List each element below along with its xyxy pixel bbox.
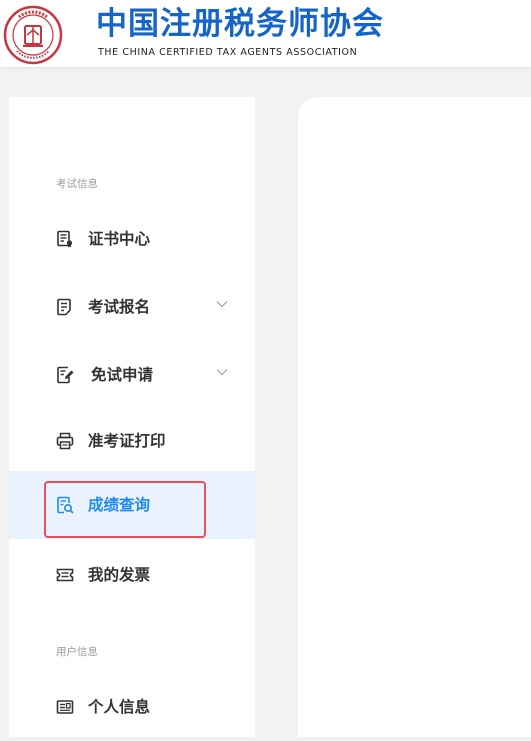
main-content-panel	[298, 97, 531, 737]
sidebar-item-exam-registration[interactable]: 考试报名	[9, 273, 255, 341]
printer-icon	[56, 432, 74, 450]
registration-form-icon	[57, 298, 71, 316]
certificate-icon	[57, 230, 73, 248]
section-label-exam-info: 考试信息	[56, 178, 98, 190]
sidebar-item-label: 准考证打印	[88, 432, 166, 450]
sidebar-item-label: 个人信息	[88, 698, 151, 716]
section-label-user-info: 用户信息	[56, 646, 98, 658]
sidebar-nav: 考试信息 证书中心 考试报名 免试申请 准考证打印 成绩查询 我的发票 用户信息…	[9, 97, 255, 737]
sidebar-item-personal-info[interactable]: 个人信息	[9, 673, 255, 741]
chevron-down-icon[interactable]	[216, 300, 228, 308]
sidebar-item-my-invoices[interactable]: 我的发票	[9, 541, 255, 609]
sidebar-item-label: 我的发票	[88, 566, 151, 584]
brand-title-chinese: 中国注册税务师协会	[96, 6, 384, 42]
edit-document-icon	[57, 366, 74, 384]
sidebar-item-certificate-center[interactable]: 证书中心	[9, 205, 255, 273]
sidebar-item-label: 考试报名	[88, 298, 151, 316]
chevron-down-icon[interactable]	[216, 368, 228, 376]
sidebar-item-label: 免试申请	[91, 366, 154, 384]
association-seal-logo[interactable]	[3, 5, 63, 65]
sidebar-item-admission-ticket-print[interactable]: 准考证打印	[9, 407, 255, 475]
highlight-annotation-box	[44, 481, 206, 538]
sidebar-item-label: 证书中心	[88, 230, 151, 248]
site-header: 中国注册税务师协会 THE CHINA CERTIFIED TAX AGENTS…	[0, 0, 531, 67]
sidebar-item-exam-exemption[interactable]: 免试申请	[9, 341, 255, 409]
brand-title-english: THE CHINA CERTIFIED TAX AGENTS ASSOCIATI…	[98, 47, 358, 58]
invoice-ticket-icon	[56, 568, 74, 582]
id-card-icon	[56, 700, 74, 714]
sidebar-item-score-query[interactable]: 成绩查询	[9, 471, 255, 539]
